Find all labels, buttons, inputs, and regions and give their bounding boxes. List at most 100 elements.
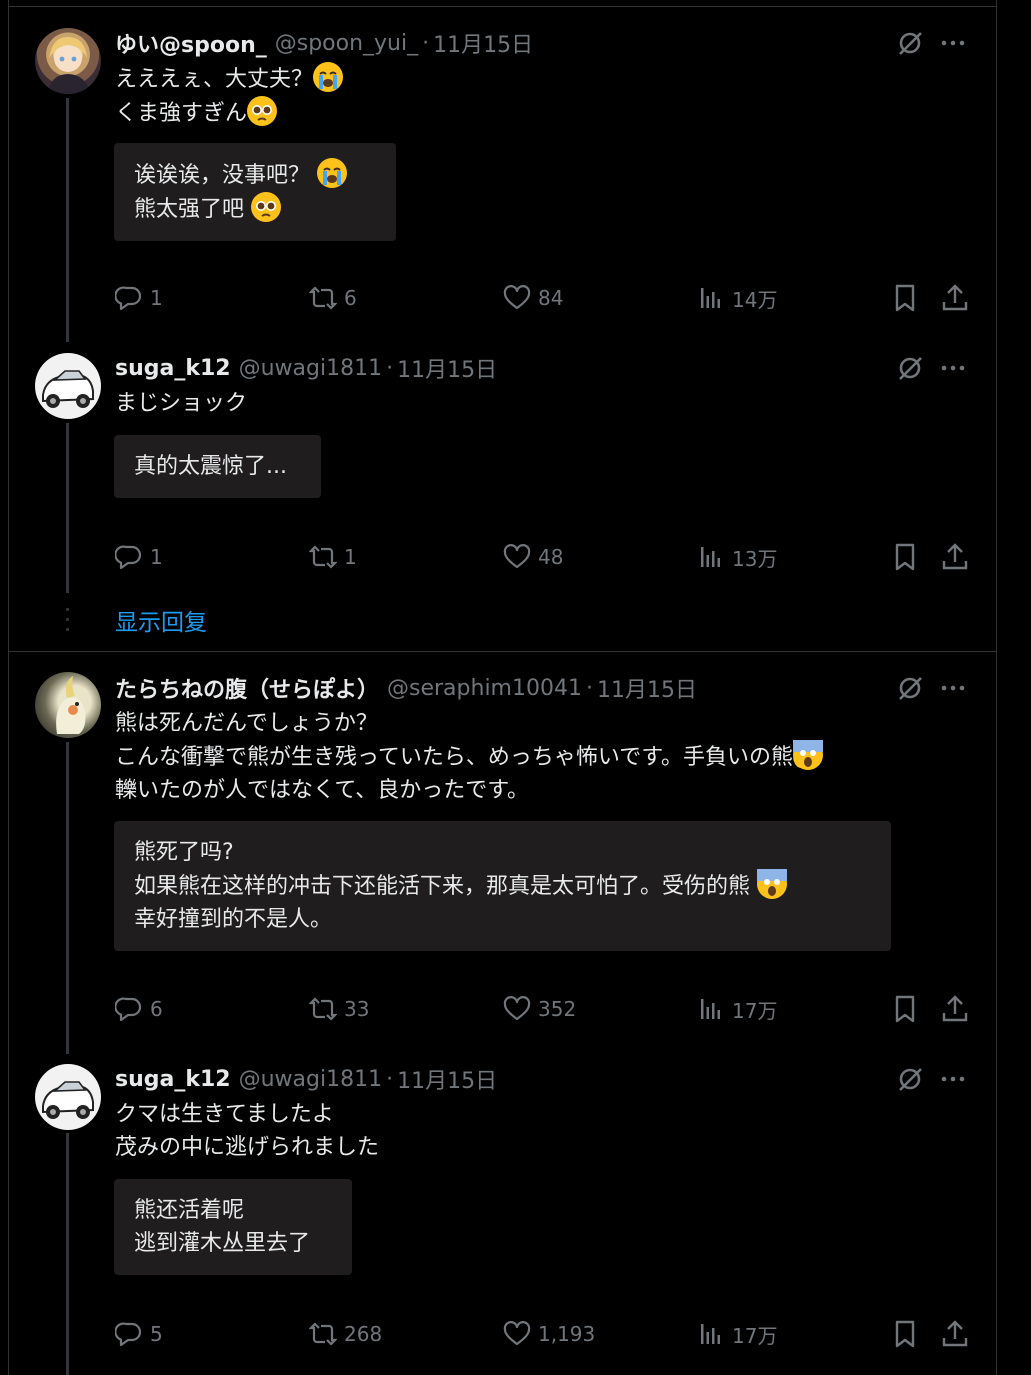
tweet-text-line: こんな衝撃で熊が生き残っていたら、めっちゃ怖いです。手負いの熊: [115, 745, 794, 770]
reply-button[interactable]: 6: [115, 994, 163, 1024]
grok-icon[interactable]: [896, 674, 924, 702]
grok-icon[interactable]: [896, 29, 924, 57]
avatar[interactable]: [35, 672, 101, 738]
like-count: 1,193: [538, 1322, 596, 1346]
like-count: 48: [538, 545, 564, 569]
show-replies-link[interactable]: 显示回复: [115, 603, 207, 637]
dot-separator: ·: [585, 675, 593, 701]
view-count: 17万: [732, 998, 778, 1023]
bookmark-icon[interactable]: [890, 283, 920, 313]
translation-line: 诶诶诶，没事吧？: [134, 163, 311, 188]
divider: [9, 651, 996, 652]
reply-button[interactable]: 1: [115, 542, 163, 572]
like-button[interactable]: 352: [503, 994, 576, 1024]
share-icon[interactable]: [940, 1319, 970, 1349]
tweet-text: 熊は死んだんでしょうか？ こんな衝撃で熊が生き残っていたら、めっちゃ怖いです。手…: [115, 707, 824, 807]
repost-count: 33: [344, 997, 370, 1021]
grok-icon[interactable]: [896, 1065, 924, 1093]
reply-button[interactable]: 1: [115, 283, 163, 313]
action-bar: 5 268 1,193 17万: [115, 1319, 996, 1349]
reply-count: 1: [150, 286, 163, 310]
translation-box: 熊死了吗? 如果熊在这样的冲击下还能活下来，那真是太可怕了。受伤的熊 幸好撞到的…: [114, 821, 891, 951]
repost-button[interactable]: 268: [309, 1319, 382, 1349]
share-icon[interactable]: [940, 994, 970, 1024]
bookmark-icon[interactable]: [890, 1319, 920, 1349]
more-icon[interactable]: [940, 1066, 966, 1092]
thread-line: [66, 1133, 69, 1375]
avatar[interactable]: [35, 353, 101, 419]
repost-count: 6: [344, 286, 357, 310]
timestamp[interactable]: 11月15日: [597, 672, 697, 704]
repost-button[interactable]: 6: [309, 283, 357, 313]
dot-separator: ·: [422, 30, 430, 56]
bookmark-icon[interactable]: [890, 994, 920, 1024]
translation-line: 熊还活着呢: [134, 1198, 245, 1223]
tweet-text-line: 轢いたのが人ではなくて、良かったです。: [115, 778, 530, 803]
repost-button[interactable]: 33: [309, 994, 369, 1024]
repost-icon: [309, 997, 337, 1021]
views-button[interactable]: 17万: [697, 994, 777, 1024]
views-button[interactable]: 13万: [697, 542, 777, 572]
timestamp[interactable]: 11月15日: [433, 27, 533, 59]
scream-emoji: [757, 869, 788, 899]
reply-count: 1: [150, 545, 163, 569]
display-name[interactable]: ゆい@spoon_: [115, 27, 267, 59]
avatar[interactable]: [35, 1064, 101, 1130]
crying-emoji: [317, 158, 348, 188]
display-name[interactable]: suga_k12: [115, 1067, 231, 1092]
like-icon: [503, 1321, 531, 1346]
tweet-text-line: えええぇ、大丈夫？: [115, 67, 314, 92]
tweet-header: suga_k12 @uwagi1811 · 11月15日: [115, 1063, 497, 1095]
view-count: 17万: [732, 1323, 778, 1348]
translation-line: 如果熊在这样的冲击下还能活下来，那真是太可怕了。受伤的熊: [134, 874, 751, 899]
repost-button[interactable]: 1: [309, 542, 357, 572]
avatar[interactable]: [35, 28, 101, 94]
more-icon[interactable]: [940, 30, 966, 56]
grok-icon[interactable]: [896, 354, 924, 382]
repost-icon: [309, 1322, 337, 1346]
more-icon[interactable]: [940, 355, 966, 381]
like-button[interactable]: 84: [503, 283, 563, 313]
dot-separator: ·: [386, 355, 394, 381]
repost-count: 1: [344, 545, 357, 569]
more-icon[interactable]: [940, 675, 966, 701]
tweet-header: たらちねの腹（せらぽよ） @seraphim10041 · 11月15日: [115, 672, 697, 704]
share-icon[interactable]: [940, 283, 970, 313]
like-count: 84: [538, 286, 564, 310]
reply-count: 6: [150, 997, 163, 1021]
translation-box: 真的太震惊了...: [114, 435, 321, 498]
tweet-header: suga_k12 @uwagi1811 · 11月15日: [115, 352, 497, 384]
user-handle[interactable]: @spoon_yui_: [275, 31, 418, 56]
repost-count: 268: [344, 1322, 383, 1346]
like-count: 352: [538, 997, 577, 1021]
user-handle[interactable]: @uwagi1811: [239, 356, 382, 381]
crying-emoji: [313, 62, 344, 92]
thread-line: [66, 98, 69, 342]
thread-line: [66, 423, 69, 593]
views-button[interactable]: 14万: [697, 283, 777, 313]
like-icon: [503, 285, 531, 310]
tweet-text: クマは生きてましたよ 茂みの中に逃げられました: [115, 1098, 379, 1164]
pleading-emoji: [247, 96, 278, 126]
display-name[interactable]: suga_k12: [115, 356, 231, 381]
scream-emoji: [793, 740, 824, 770]
reply-icon: [115, 545, 142, 570]
share-icon[interactable]: [940, 542, 970, 572]
view-count: 13万: [732, 546, 778, 571]
views-button[interactable]: 17万: [697, 1319, 777, 1349]
timestamp[interactable]: 11月15日: [397, 1063, 497, 1095]
tweet-text-line: 茂みの中に逃げられました: [115, 1135, 380, 1160]
user-handle[interactable]: @uwagi1811: [239, 1067, 382, 1092]
thread-line: [66, 742, 69, 1054]
thread-gap-dots: [66, 608, 69, 638]
bookmark-icon[interactable]: [890, 542, 920, 572]
tweet-text-line: クマは生きてましたよ: [115, 1102, 334, 1127]
translation-line: 熊死了吗?: [134, 840, 234, 865]
like-button[interactable]: 1,193: [503, 1319, 595, 1349]
reply-button[interactable]: 5: [115, 1319, 163, 1349]
user-handle[interactable]: @seraphim10041: [387, 676, 582, 701]
display-name[interactable]: たらちねの腹（せらぽよ）: [115, 672, 379, 704]
like-button[interactable]: 48: [503, 542, 563, 572]
timestamp[interactable]: 11月15日: [397, 352, 497, 384]
dot-separator: ·: [386, 1066, 394, 1092]
